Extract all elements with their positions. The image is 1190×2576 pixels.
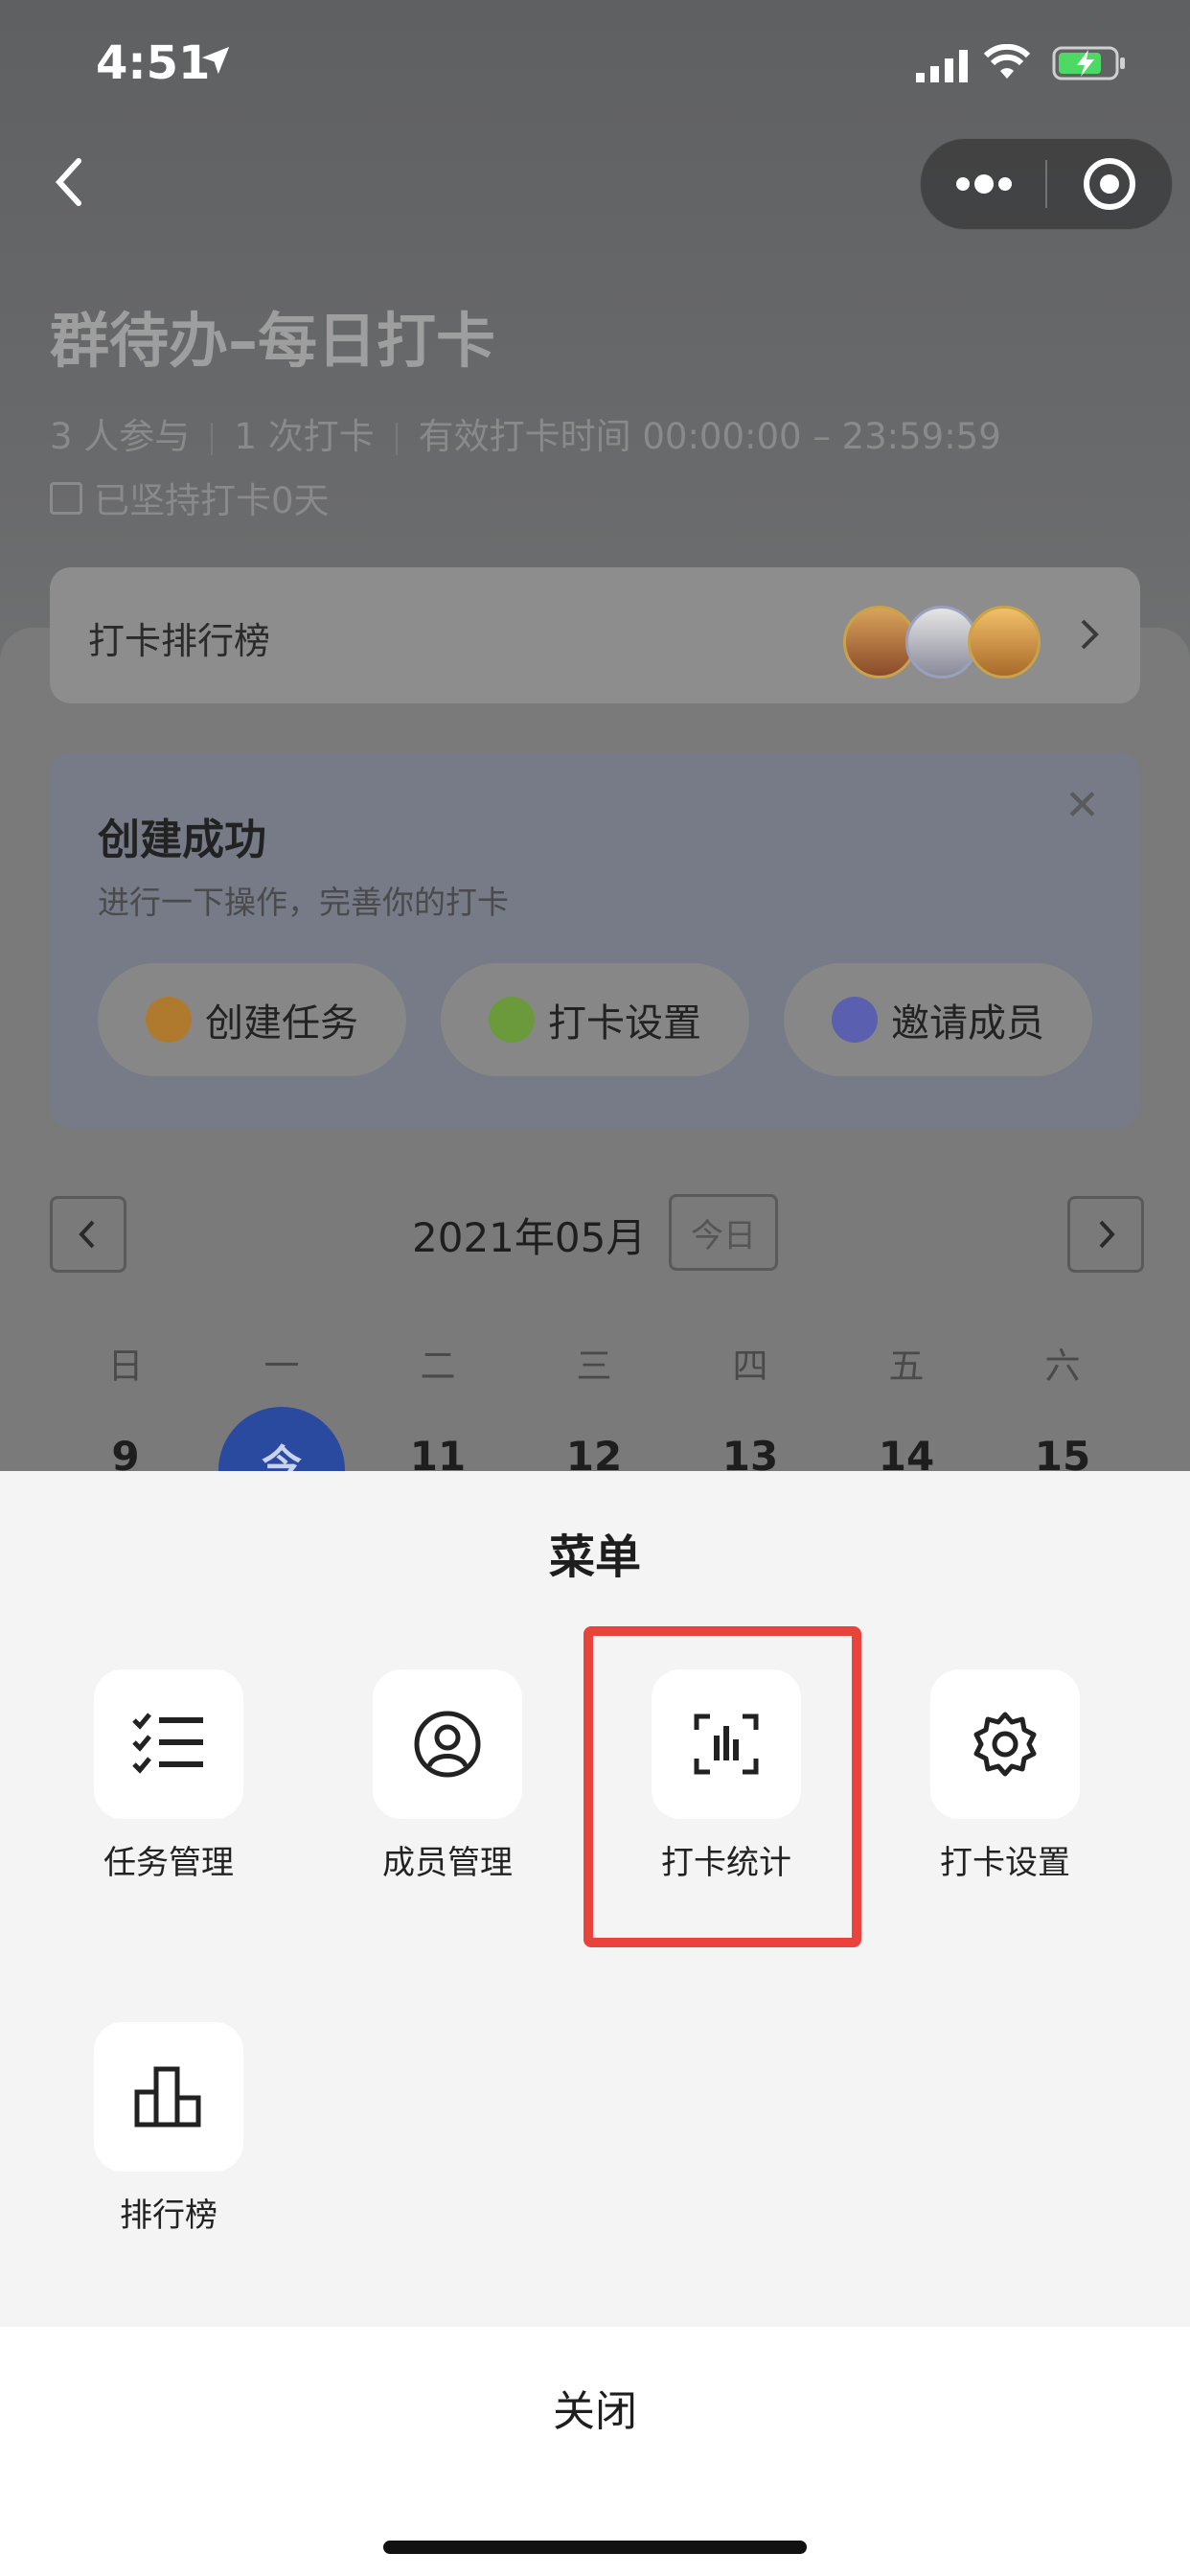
ranking-label: 打卡排行榜 [88,620,271,662]
today-button[interactable]: 今日 [669,1194,778,1271]
menu-item-leaderboard[interactable]: 排行榜 [63,2022,274,2236]
task-check-icon [146,997,192,1043]
prev-month-button[interactable] [50,1196,126,1273]
menu-item-label: 成员管理 [382,1844,513,1882]
close-bar: 关闭 [0,2327,1190,2576]
menu-item-checkin-settings[interactable]: 打卡设置 [900,1669,1110,1883]
close-button[interactable]: 关闭 [0,2377,1190,2438]
invite-members-label: 邀请成员 [891,1001,1044,1046]
persist-label: 已坚持打卡0天 [94,480,330,521]
battery-charging-icon [1052,46,1125,80]
menu-item-label: 打卡设置 [940,1844,1070,1882]
menu-item-member-management[interactable]: 成员管理 [342,1669,553,1883]
bar-chart-icon [134,2066,201,2128]
checkbox-icon [50,482,82,515]
weekday-sat: 六 [1044,1346,1081,1387]
status-time: 4:51 [96,36,211,90]
menu-title: 菜单 [548,1530,641,1584]
location-arrow-icon [201,46,230,75]
weekday-wed: 三 [576,1346,612,1387]
signal-icon [916,50,968,82]
meta-divider [211,422,214,455]
menu-icon-box [94,2022,243,2172]
back-chevron-icon[interactable] [50,153,88,211]
menu-item-label: 任务管理 [103,1844,234,1882]
mini-program-capsule [920,138,1173,230]
invite-members-button[interactable]: 邀请成员 [784,963,1092,1076]
member-icon [414,1711,481,1778]
calendar-month: 2021年05月 [412,1214,647,1261]
page-title: 群待办–每日打卡 [50,306,496,376]
checkin-settings-button[interactable]: 打卡设置 [441,963,749,1076]
capsule-divider [1045,160,1047,208]
flower-gear-icon [489,997,535,1043]
menu-icon-box [373,1669,522,1819]
participants-count: 3 人参与 [50,416,191,457]
create-task-button[interactable]: 创建任务 [98,963,406,1076]
heart-icon [832,997,878,1043]
weekday-sun: 日 [107,1346,144,1387]
wifi-icon [983,44,1031,79]
checkin-count: 1 次打卡 [234,416,375,457]
chevron-right-icon [1099,1220,1115,1249]
weekday-thu: 四 [732,1346,768,1387]
ranking-row[interactable]: 打卡排行榜 [50,567,1140,703]
success-heading: 创建成功 [98,816,266,864]
close-program-icon[interactable] [1082,156,1137,212]
meta-divider [395,422,398,455]
checkin-settings-label: 打卡设置 [548,1001,701,1046]
checkin-meta: 3 人参与 1 次打卡 有效打卡时间 00:00:00 – 23:59:59 [50,407,1001,459]
weekday-tue: 二 [420,1346,456,1387]
close-icon[interactable]: ✕ [1064,781,1100,830]
more-dots-icon[interactable] [953,168,1015,200]
success-subtitle: 进行一下操作，完善你的打卡 [98,884,509,921]
gear-icon [973,1712,1037,1777]
menu-item-label: 排行榜 [120,2196,217,2235]
chevron-right-icon [1081,619,1099,650]
weekday-mon: 一 [263,1346,300,1387]
task-list-icon [132,1713,203,1774]
menu-icon-box [930,1669,1080,1819]
chevron-left-icon [79,1220,95,1249]
weekday-fri: 五 [888,1346,925,1387]
status-bar: 4:51 [0,0,1190,134]
valid-time: 有效打卡时间 00:00:00 – 23:59:59 [418,416,1001,457]
persist-days: 已坚持打卡0天 [50,472,330,523]
menu-icon-box [94,1669,243,1819]
home-indicator[interactable] [383,2541,807,2554]
next-month-button[interactable] [1067,1196,1144,1273]
create-success-card: 创建成功 进行一下操作，完善你的打卡 ✕ 创建任务 打卡设置 邀请成员 [50,752,1140,1128]
menu-item-task-management[interactable]: 任务管理 [63,1669,274,1883]
create-task-label: 创建任务 [205,1001,358,1046]
avatar [968,606,1041,678]
highlight-box [584,1626,861,1947]
